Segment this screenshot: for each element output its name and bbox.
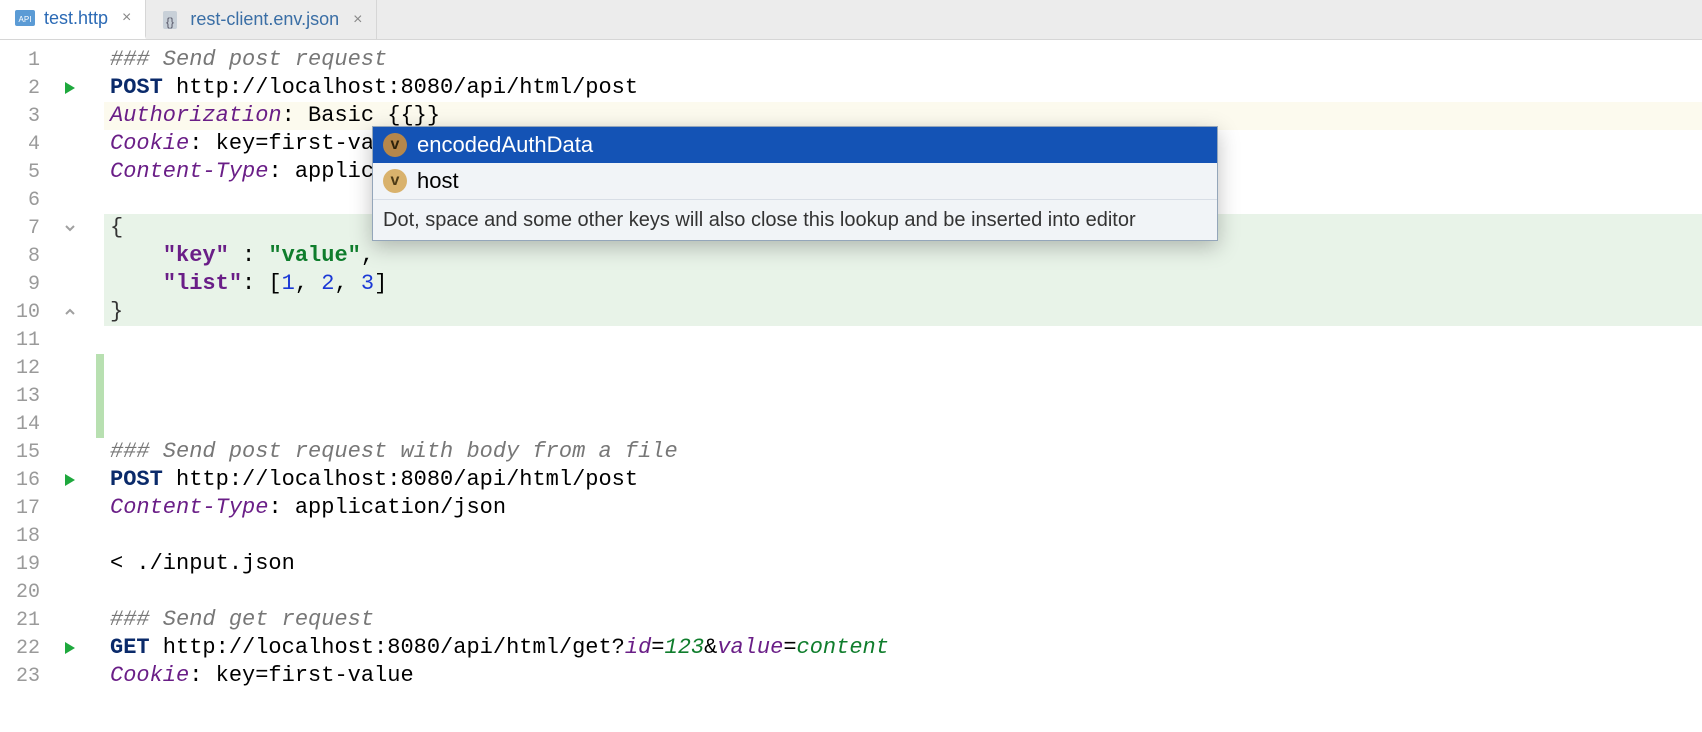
code-line: < ./input.json (104, 550, 1702, 578)
code-line: ### Send post request with body from a f… (104, 438, 1702, 466)
autocomplete-item-label: encodedAuthData (417, 131, 593, 159)
autocomplete-item[interactable]: v encodedAuthData (373, 127, 1217, 163)
autocomplete-popup: v encodedAuthData v host Dot, space and … (372, 126, 1218, 241)
line-number: 14 (0, 413, 46, 436)
code-editor[interactable]: 1 2 3 4 5 6 7 8 9 10 11 12 13 14 15 16 1… (0, 40, 1702, 732)
variable-icon: v (383, 133, 407, 157)
code-line: } (104, 298, 1702, 326)
line-number: 13 (0, 385, 46, 408)
line-number: 10 (0, 301, 46, 324)
json-icon: {} (160, 9, 182, 31)
code-line: ### Send get request (104, 606, 1702, 634)
tab-label: test.http (44, 8, 108, 29)
line-number: 4 (0, 133, 46, 156)
close-icon[interactable]: × (122, 9, 131, 27)
run-icon[interactable] (46, 640, 94, 656)
line-number: 18 (0, 525, 46, 548)
line-number: 11 (0, 329, 46, 352)
fold-open-icon[interactable] (46, 221, 94, 235)
autocomplete-item-label: host (417, 167, 459, 195)
line-number: 8 (0, 245, 46, 268)
line-number: 2 (0, 77, 46, 100)
code-line (104, 382, 1702, 410)
variable-icon: v (383, 169, 407, 193)
line-number: 23 (0, 665, 46, 688)
code-line: ### Send post request (104, 46, 1702, 74)
code-line (104, 522, 1702, 550)
code-line: "key" : "value", (104, 242, 1702, 270)
line-number: 15 (0, 441, 46, 464)
line-number: 9 (0, 273, 46, 296)
line-number: 3 (0, 105, 46, 128)
line-number: 20 (0, 581, 46, 604)
code-line: Content-Type: application/json (104, 494, 1702, 522)
tab-label: rest-client.env.json (190, 9, 339, 30)
svg-text:{}: {} (166, 15, 174, 29)
autocomplete-item[interactable]: v host (373, 163, 1217, 199)
line-number: 6 (0, 189, 46, 212)
line-number: 21 (0, 609, 46, 632)
code-line: GET http://localhost:8080/api/html/get?i… (104, 634, 1702, 662)
run-icon[interactable] (46, 80, 94, 96)
line-number: 17 (0, 497, 46, 520)
code-area[interactable]: ### Send post request POST http://localh… (104, 40, 1702, 732)
code-line (104, 578, 1702, 606)
run-icon[interactable] (46, 472, 94, 488)
line-number: 5 (0, 161, 46, 184)
change-bar (96, 354, 104, 438)
svg-text:API: API (19, 15, 32, 24)
line-number: 16 (0, 469, 46, 492)
line-number: 1 (0, 49, 46, 72)
line-number: 12 (0, 357, 46, 380)
line-number: 19 (0, 553, 46, 576)
line-number: 7 (0, 217, 46, 240)
code-line: Cookie: key=first-value (104, 662, 1702, 690)
code-line (104, 410, 1702, 438)
code-line: POST http://localhost:8080/api/html/post (104, 466, 1702, 494)
fold-close-icon[interactable] (46, 305, 94, 319)
code-line (104, 326, 1702, 354)
editor-gutter: 1 2 3 4 5 6 7 8 9 10 11 12 13 14 15 16 1… (0, 40, 104, 732)
tab-test-http[interactable]: API test.http × (0, 0, 146, 39)
tab-rest-client-env[interactable]: {} rest-client.env.json × (146, 0, 377, 39)
code-line (104, 354, 1702, 382)
code-line: "list": [1, 2, 3] (104, 270, 1702, 298)
tab-bar: API test.http × {} rest-client.env.json … (0, 0, 1702, 40)
line-number: 22 (0, 637, 46, 660)
close-icon[interactable]: × (353, 11, 362, 29)
api-icon: API (14, 7, 36, 29)
code-line: POST http://localhost:8080/api/html/post (104, 74, 1702, 102)
autocomplete-hint: Dot, space and some other keys will also… (373, 199, 1217, 240)
